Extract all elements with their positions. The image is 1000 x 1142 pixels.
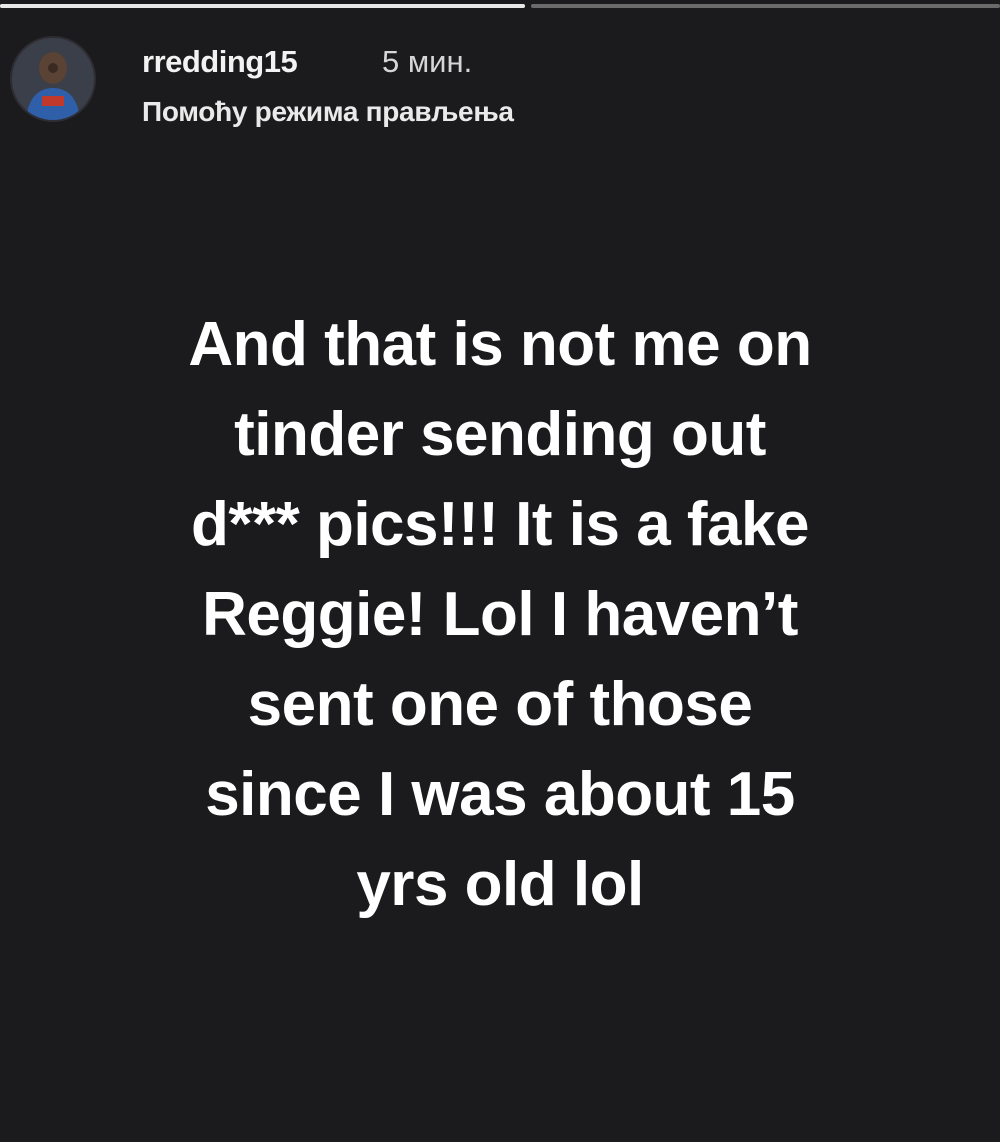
avatar[interactable] — [10, 36, 96, 122]
story-line: d*** pics!!! It is a fake — [190, 490, 810, 559]
story-header: rredding15 5 мин. Помоћу режима прављења — [10, 30, 990, 140]
post-time: 5 мин. — [382, 44, 473, 79]
progress-fill-1 — [0, 4, 525, 8]
progress-segment-2 — [531, 4, 1000, 8]
story-text: And that is not me on tinder sending out… — [40, 300, 960, 930]
story-line: tinder sending out — [234, 400, 766, 469]
story-line: And that is not me on — [188, 310, 812, 379]
create-mode-subtitle[interactable]: Помоћу режима прављења — [142, 96, 514, 128]
story-line: since I was about 15 — [205, 760, 795, 829]
story-line: Reggie! Lol I haven’t — [202, 580, 798, 649]
progress-segment-1 — [0, 4, 525, 8]
story-progress-bar — [0, 4, 1000, 8]
story-line: yrs old lol — [356, 850, 644, 919]
story-line: sent one of those — [247, 670, 753, 739]
username[interactable]: rredding15 — [142, 44, 298, 80]
profile-photo-icon — [12, 38, 94, 120]
